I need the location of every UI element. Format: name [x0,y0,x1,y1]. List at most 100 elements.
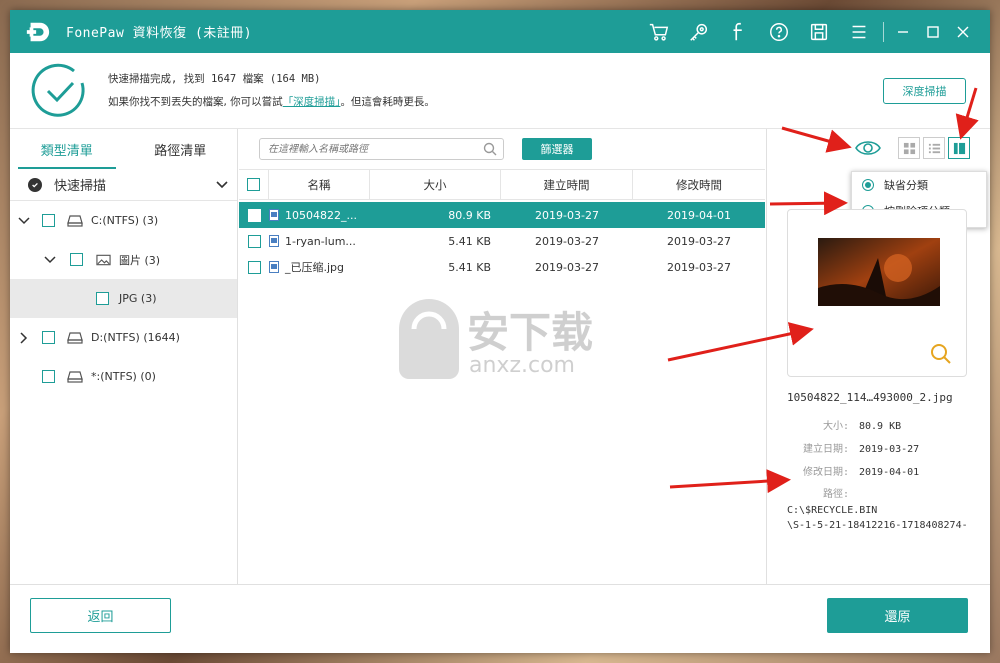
table-row[interactable]: _已压缩.jpg 5.41 KB 2019-03-27 2019-03-27 [239,254,765,280]
drive-icon [67,370,83,383]
zoom-icon[interactable] [930,343,952,368]
checkbox[interactable] [96,292,109,305]
row-checkbox[interactable] [247,234,261,248]
restore-button[interactable]: 還原 [827,598,968,633]
chevron-down-icon[interactable] [44,254,56,266]
preview-file-name: 10504822_114…493000_2.jpg [787,391,953,404]
filter-button[interactable]: 篩選器 [522,138,592,160]
help-icon[interactable] [759,10,799,53]
file-modified: 2019-04-01 [667,208,731,222]
title-bar-actions [639,10,990,53]
sort-option-default[interactable]: 缺省分類 [852,172,986,198]
file-path-line: \S-1-5-21-18412216-1718408274- [787,520,968,531]
row-checkbox[interactable] [247,208,261,222]
file-name: _已压缩.jpg [285,261,345,274]
eye-icon[interactable] [855,139,881,160]
meta-key: 大小: [822,421,849,432]
row-checkbox[interactable] [247,260,261,274]
image-file-icon [269,209,279,221]
file-path: C:\$RECYCLE.BIN \S-1-5-21-18412216-17184… [787,503,968,533]
key-icon[interactable] [679,10,719,53]
chevron-right-icon[interactable] [18,331,30,344]
checkbox[interactable] [42,214,55,227]
chevron-down-icon[interactable] [18,215,30,227]
tree-item-images[interactable]: 圖片 (3) [10,240,237,279]
table-header: 名稱 大小 建立時間 修改時間 [239,169,765,200]
title-bar-divider [883,21,884,42]
close-icon[interactable] [948,10,978,53]
file-created: 2019-03-27 [535,260,599,274]
tree-item-label: 圖片 (3) [119,253,161,267]
grid-view-icon[interactable] [898,137,920,159]
sort-option-label: 缺省分類 [884,179,928,192]
column-modified[interactable]: 修改時間 [633,170,765,199]
tree-item-d-drive[interactable]: D:(NTFS) (1644) [10,318,237,357]
list-view-icon[interactable] [923,137,945,159]
tree-item-c-drive[interactable]: C:(NTFS) (3) [10,201,237,240]
column-size[interactable]: 大小 [370,170,501,199]
meta-size: 大小: 80.9 KB [787,417,901,432]
checkbox[interactable] [42,331,55,344]
search-box[interactable] [259,138,504,160]
checkbox[interactable] [70,253,83,266]
select-all-checkbox[interactable] [247,178,260,191]
maximize-icon[interactable] [918,10,948,53]
scan-mode-selector[interactable]: 快速掃描 [10,169,237,201]
back-button[interactable]: 返回 [30,598,171,633]
tab-path-list[interactable]: 路徑清單 [124,129,238,169]
deep-scan-hint: 如果你找不到丟失的檔案, 你可以嘗試「深度掃描」。但這會耗時更長。 [108,94,435,109]
radio-selected[interactable] [862,179,874,191]
app-window: FonePaw 資料恢復 (未註冊) 快速掃描完成, 找到 1647 檔案 (1… [10,10,990,653]
table-row[interactable]: 1-ryan-lum... 5.41 KB 2019-03-27 2019-03… [239,228,765,254]
image-file-icon [269,261,279,273]
tree-item-unknown-drive[interactable]: *:(NTFS) (0) [10,357,237,396]
meta-created: 建立日期: 2019-03-27 [787,440,919,455]
image-file-icon [269,235,279,247]
meta-path: 路徑: [787,485,859,500]
file-created: 2019-03-27 [535,234,599,248]
save-icon[interactable] [799,10,839,53]
menu-icon[interactable] [839,10,879,53]
watermark: 安下载 anxz.com [389,299,609,389]
table-row[interactable]: 10504822_... 80.9 KB 2019-03-27 2019-04-… [239,202,765,228]
meta-key: 建立日期: [802,444,849,455]
deep-scan-link[interactable]: 「深度掃描」 [283,96,341,108]
check-badge-icon [28,177,42,192]
file-modified: 2019-03-27 [667,260,731,274]
scan-mode-label: 快速掃描 [54,179,107,194]
search-input[interactable] [260,139,475,159]
file-name-cell: 1-ryan-lum... [269,228,370,254]
tree-item-jpg[interactable]: JPG (3) [10,279,237,318]
tab-type-list[interactable]: 類型清單 [10,129,124,169]
search-icon[interactable] [483,142,497,159]
image-preview [787,209,967,377]
minimize-icon[interactable] [888,10,918,53]
file-modified: 2019-03-27 [667,234,731,248]
detail-view-icon[interactable] [948,137,970,159]
chevron-down-icon[interactable] [215,178,229,195]
meta-key: 修改日期: [802,467,849,478]
file-name: 1-ryan-lum... [285,234,356,248]
scan-summary-text: 快速掃描完成, 找到 1647 檔案 (164 MB) [108,73,321,85]
file-name-cell: _已压缩.jpg [269,254,370,280]
column-created[interactable]: 建立時間 [501,170,633,199]
meta-value: 2019-03-27 [859,444,920,455]
watermark-bag-icon [399,299,459,379]
drive-icon [67,214,83,227]
meta-key: 路徑: [822,489,849,500]
deep-scan-button[interactable]: 深度掃描 [883,78,966,104]
row-checkbox-cell [239,228,269,254]
left-panel: 類型清單 路徑清單 快速掃描 C:(NTFS) (3) 圖片 (3) JPG (… [10,129,238,584]
column-name[interactable]: 名稱 [269,170,370,199]
cart-icon[interactable] [639,10,679,53]
checkbox[interactable] [42,370,55,383]
image-icon [95,254,111,266]
meta-modified: 修改日期: 2019-04-01 [787,463,919,478]
bottom-bar: 返回 還原 [10,584,990,653]
hint-suffix: 。但這會耗時更長。 [340,96,435,108]
facebook-icon[interactable] [719,10,759,53]
file-path-line: C:\$RECYCLE.BIN [787,505,878,516]
hint-prefix: 如果你找不到丟失的檔案, 你可以嘗試 [108,96,283,108]
file-list-panel: 篩選器 名稱 大小 建立時間 修改時間 10504822_... 80.9 KB… [239,129,765,584]
file-size: 5.41 KB [448,260,491,274]
